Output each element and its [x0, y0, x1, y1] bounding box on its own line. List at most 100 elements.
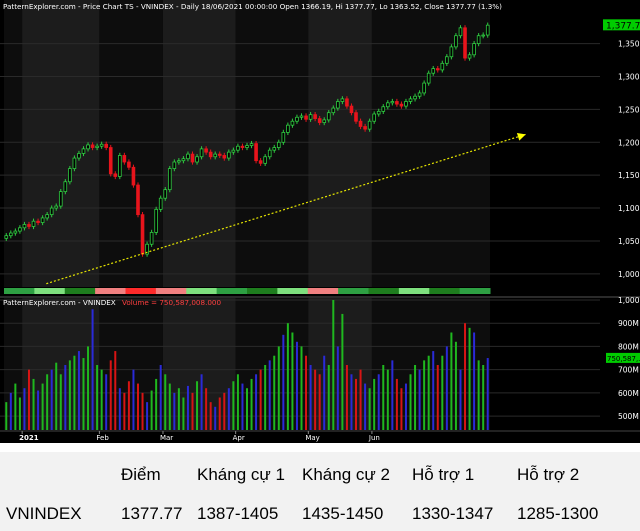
candle-body	[286, 124, 290, 133]
candle-body	[40, 217, 45, 223]
candle-body	[236, 145, 240, 151]
candle-body	[9, 232, 13, 237]
volume-bar	[77, 351, 80, 430]
volume-bar	[305, 355, 308, 430]
volume-bar	[23, 388, 26, 430]
candle-body	[158, 197, 163, 210]
volume-bar	[318, 374, 321, 430]
month-band-price	[308, 0, 372, 287]
candle-body	[31, 220, 36, 227]
volume-bar	[264, 365, 267, 430]
candle-body	[86, 144, 90, 150]
signal-strip-segment	[368, 288, 400, 294]
volume-bar	[127, 381, 130, 430]
candle-body	[163, 189, 168, 199]
signal-strip-segment	[338, 288, 369, 294]
x-tick-label: Apr	[233, 434, 245, 442]
signal-strip-segment	[459, 288, 491, 294]
volume-header: PatternExplorer.com - VNINDEX Volume = 7…	[3, 298, 221, 307]
candle-body	[195, 156, 199, 163]
candle-body	[108, 147, 113, 175]
volume-tick-label: 1,000M	[618, 296, 640, 305]
volume-bar	[100, 369, 103, 430]
volume-bar	[295, 341, 298, 430]
volume-bar	[132, 369, 135, 430]
volume-bar	[32, 378, 35, 430]
candle-body	[481, 34, 485, 37]
volume-bar	[359, 369, 362, 430]
row-cell-khang-cu-2: 1435-1450	[302, 504, 384, 523]
candle-body	[27, 224, 31, 227]
candle-body	[399, 103, 404, 107]
volume-bar	[191, 392, 194, 430]
header-cell-khang-cu-1: Kháng cự 1	[197, 464, 285, 484]
volume-bar	[37, 390, 40, 430]
summary-table: Điểm Kháng cự 1 Kháng cự 2 Hỗ trợ 1 Hỗ t…	[0, 452, 640, 531]
volume-bar	[200, 374, 203, 430]
volume-bar	[309, 365, 312, 430]
volume-tick-label: 900M	[618, 319, 639, 328]
volume-bar	[236, 374, 239, 430]
x-tick-label: May	[305, 434, 319, 442]
volume-bar	[368, 388, 371, 430]
candle-body	[390, 101, 395, 104]
price-tick-label: 1,250	[618, 105, 640, 114]
candle-body	[472, 43, 476, 56]
month-band-volume	[371, 298, 490, 430]
volume-bar	[218, 397, 221, 430]
volume-bar	[146, 402, 149, 430]
volume-bar	[96, 365, 99, 430]
month-band-price	[4, 0, 23, 287]
candle-body	[217, 153, 222, 156]
volume-bar	[50, 369, 53, 430]
volume-bar	[323, 355, 326, 430]
candle-body	[72, 157, 77, 169]
volume-bar	[59, 374, 62, 430]
volume-bar	[136, 383, 139, 430]
signal-strip-segment	[186, 288, 218, 294]
price-tick-label: 1,200	[618, 138, 640, 147]
volume-bar	[82, 358, 85, 430]
header-cell-blank	[0, 452, 115, 497]
volume-bar	[186, 385, 189, 430]
x-tick-label: Mar	[160, 434, 173, 442]
candle-body	[204, 148, 208, 153]
signal-strip-segment	[398, 288, 430, 294]
candle-body	[281, 132, 286, 143]
candle-body	[190, 153, 195, 163]
candle-body	[454, 35, 458, 48]
volume-bar	[314, 369, 317, 430]
row-cell-ho-tro-2: 1285-1300	[517, 504, 599, 523]
candle-body	[358, 120, 363, 127]
volume-bar	[41, 383, 44, 430]
candle-body	[267, 149, 272, 158]
volume-bar	[468, 327, 471, 430]
candle-body	[122, 155, 127, 163]
volume-bar	[68, 360, 71, 430]
candle-body	[172, 161, 177, 169]
volume-bar	[409, 374, 412, 430]
volume-bar	[27, 369, 30, 430]
volume-bar	[473, 332, 476, 430]
volume-bar	[209, 402, 212, 430]
volume-tick-label: 600M	[618, 389, 639, 398]
candle-body	[336, 101, 340, 109]
month-band-volume	[308, 298, 372, 430]
candle-body	[372, 113, 376, 122]
volume-bar	[105, 374, 108, 430]
header-cell-ho-tro-1: Hỗ trợ 1	[412, 464, 475, 484]
candle-body	[299, 115, 304, 118]
header-cell-ho-tro-2: Hỗ trợ 2	[517, 464, 580, 484]
volume-bar	[350, 374, 353, 430]
volume-bar	[445, 346, 448, 430]
candle-body	[381, 106, 386, 112]
candle-body	[331, 107, 336, 114]
candle-body	[231, 149, 236, 153]
volume-bar	[109, 360, 112, 430]
volume-bar	[418, 369, 421, 430]
volume-bar	[173, 392, 176, 430]
header-cell-khang-cu-2: Kháng cự 2	[302, 464, 390, 484]
candle-body	[290, 120, 295, 126]
candle-body	[95, 145, 99, 148]
candle-body	[127, 161, 131, 168]
